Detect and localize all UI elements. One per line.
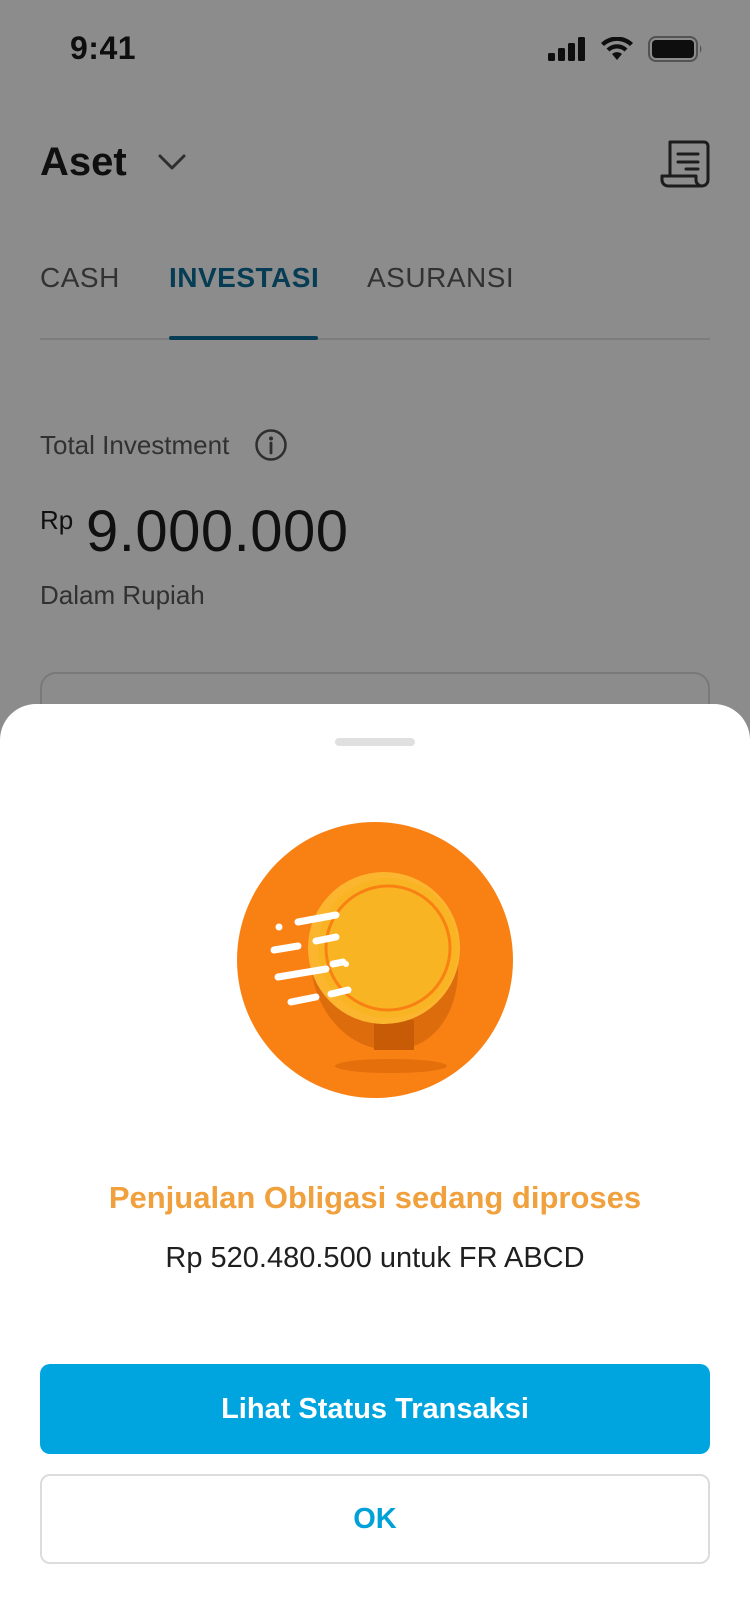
sheet-title: Penjualan Obligasi sedang diproses bbox=[108, 1180, 642, 1215]
screen: 9:41 Aset CASH INVESTASI ASURANSI Total … bbox=[0, 0, 750, 1624]
sheet-handle[interactable] bbox=[335, 738, 415, 746]
coin-icon bbox=[237, 822, 513, 1098]
ok-button[interactable]: OK bbox=[40, 1474, 710, 1564]
view-transaction-status-button[interactable]: Lihat Status Transaksi bbox=[40, 1364, 710, 1454]
sheet-subtitle: Rp 520.480.500 untuk FR ABCD bbox=[165, 1242, 585, 1274]
bottom-sheet: Penjualan Obligasi sedang diproses Rp 52… bbox=[0, 704, 750, 1624]
